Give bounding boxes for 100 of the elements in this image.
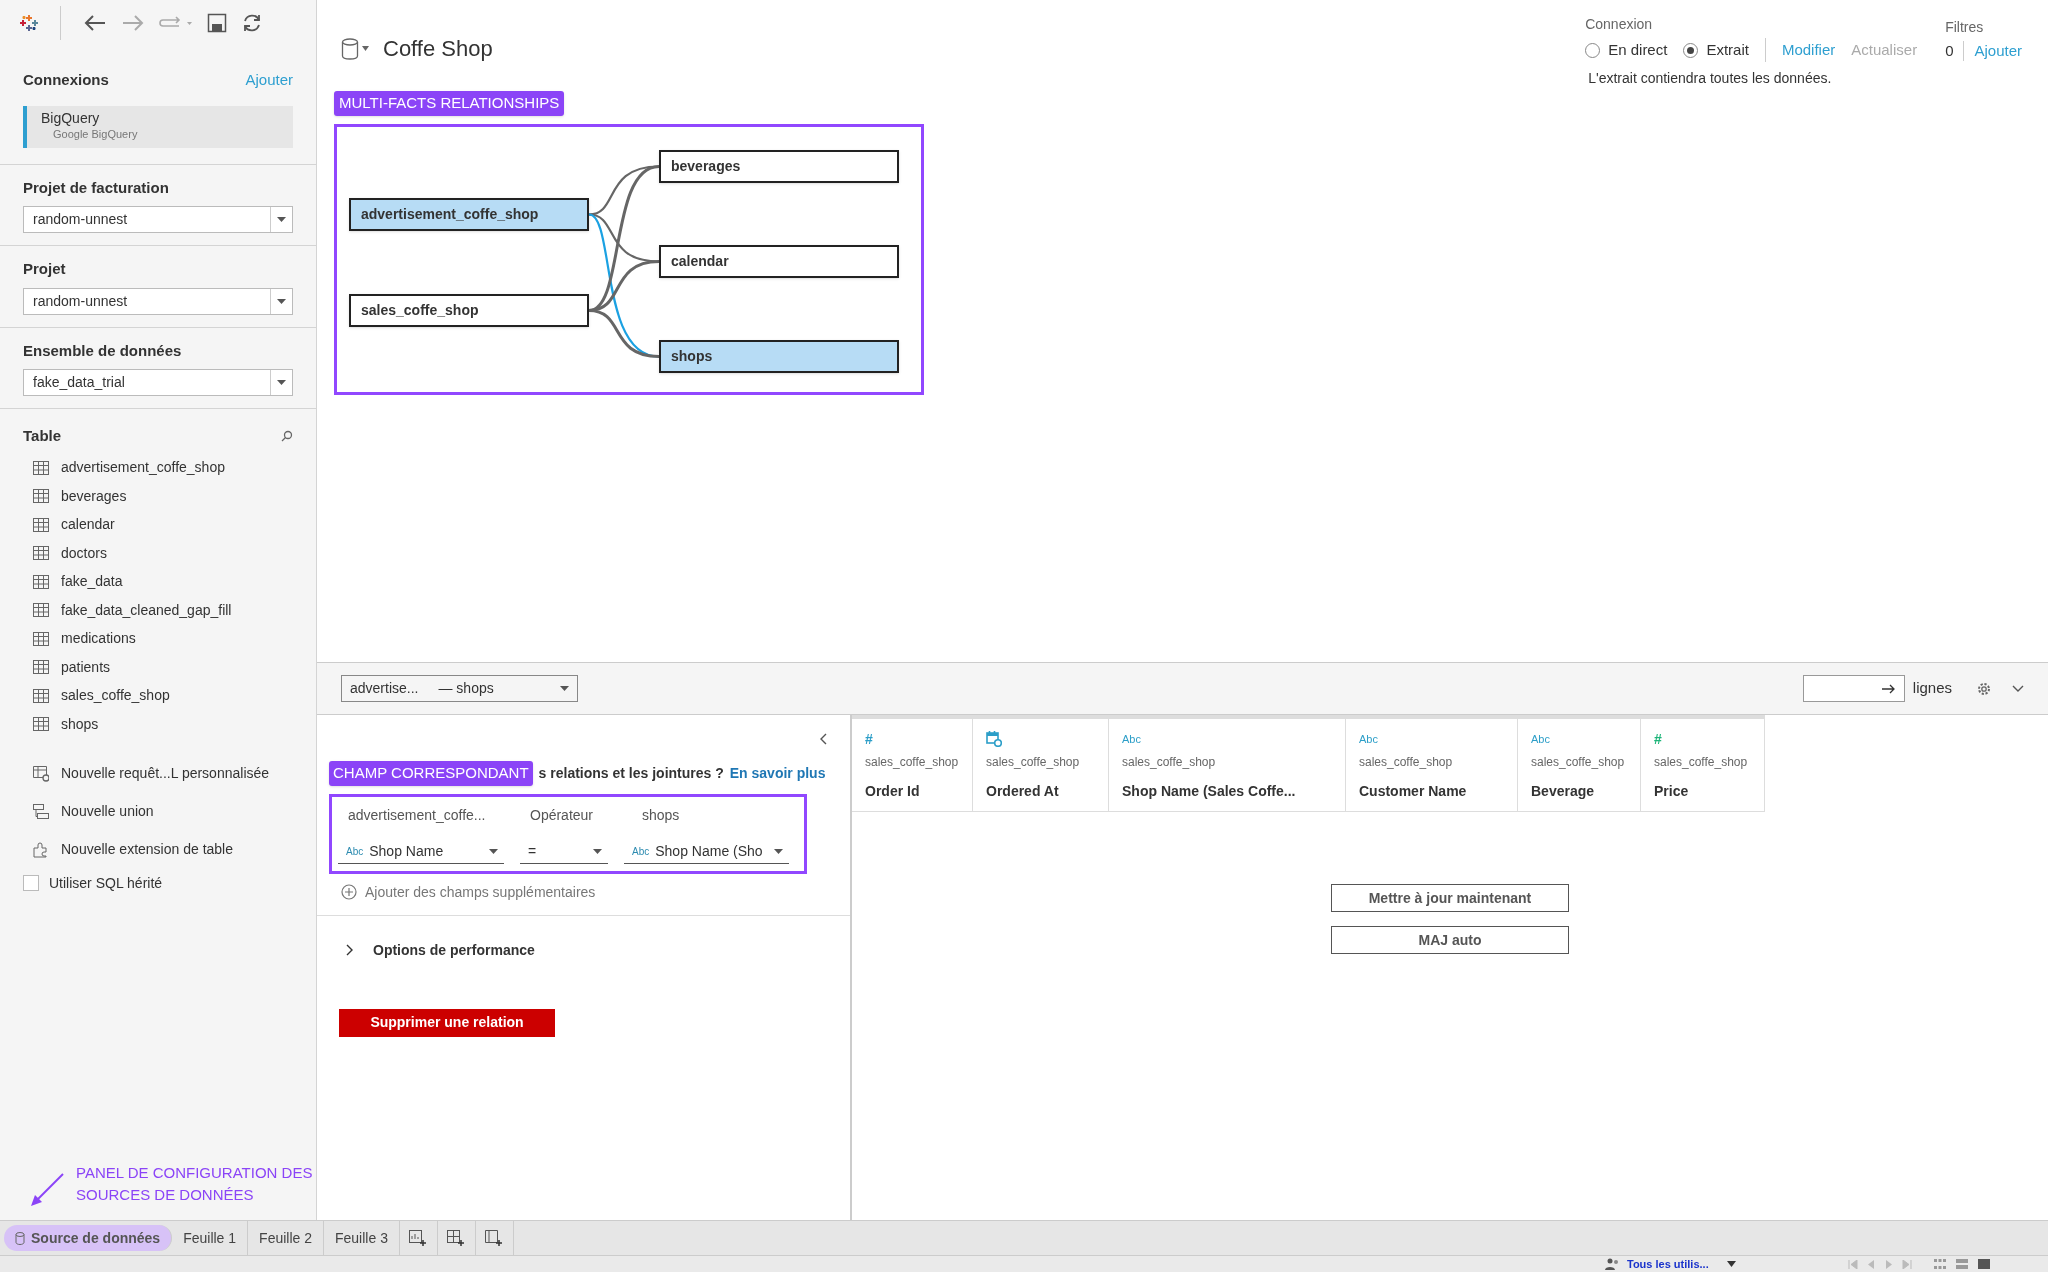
caret-icon[interactable] xyxy=(560,686,569,691)
section-title: Ensemble de données xyxy=(23,340,183,361)
table-icon xyxy=(33,574,49,589)
search-icon[interactable] xyxy=(281,430,293,443)
radio-option[interactable]: Extrait xyxy=(1683,38,1749,62)
dropdown[interactable]: random-unnest xyxy=(23,206,293,233)
section-label: Connexion xyxy=(1585,15,1654,34)
row-count-field[interactable] xyxy=(1802,675,1905,702)
table-item[interactable]: advertisement_coffe_shop xyxy=(23,453,293,482)
sheet-tab[interactable]: Source de données xyxy=(4,1225,173,1251)
filter-count: 0 xyxy=(1945,41,1954,61)
text-type-icon: Abc xyxy=(1122,731,1141,747)
extract-note: L'extrait contiendra toutes les données. xyxy=(1588,69,1833,88)
users-icon[interactable] xyxy=(1605,1258,1621,1270)
column-header[interactable]: Ordered At xyxy=(986,781,1108,802)
table-item[interactable]: beverages xyxy=(23,482,293,511)
field-header: advertisement_coffe... xyxy=(348,805,487,825)
arrow-icon xyxy=(30,1172,64,1206)
column-source: sales_coffe_shop xyxy=(1654,754,1749,771)
caret-icon[interactable] xyxy=(277,380,286,385)
connection-type: Google BigQuery xyxy=(52,127,139,143)
table-item[interactable]: medications xyxy=(23,624,293,653)
text-type-icon: Abc xyxy=(1359,731,1378,747)
annotation-label: MULTI-FACTS RELATIONSHIPS xyxy=(334,91,565,116)
connection-name: BigQuery xyxy=(41,110,101,127)
table-icon xyxy=(33,688,49,703)
action-item[interactable]: Nouvelle requêt...L personnalisée xyxy=(23,754,293,793)
table-node[interactable]: beverages xyxy=(659,149,899,183)
learn-more-link[interactable]: En savoir plus xyxy=(729,762,826,784)
table-item[interactable]: shops xyxy=(23,710,293,739)
help-question: s relations et les jointures ? xyxy=(538,763,724,783)
column-header[interactable]: Customer Name xyxy=(1359,781,1517,802)
table-icon xyxy=(33,660,49,675)
column-header[interactable]: Shop Name (Sales Coffe... xyxy=(1122,781,1345,802)
app-logo-icon[interactable] xyxy=(20,13,38,32)
number-type-icon: # xyxy=(1654,731,1662,747)
datasource-icon[interactable] xyxy=(341,37,369,60)
add-fields-link[interactable]: Ajouter des champs supplémentaires xyxy=(365,881,596,903)
add-circle-icon[interactable] xyxy=(341,884,357,900)
column-header[interactable]: Beverage xyxy=(1531,781,1640,802)
table-item[interactable]: doctors xyxy=(23,539,293,568)
new-story-icon[interactable] xyxy=(485,1229,504,1247)
field-dropdown[interactable]: Abc Shop Name (Sho xyxy=(624,839,789,864)
action-item[interactable]: Nouvelle union xyxy=(23,792,293,831)
table-gear-icon xyxy=(33,765,49,782)
table-node[interactable]: sales_coffe_shop xyxy=(349,293,589,327)
table-item[interactable]: sales_coffe_shop xyxy=(23,681,293,710)
operator-dropdown[interactable]: = xyxy=(520,839,608,864)
save-icon[interactable] xyxy=(207,12,227,33)
caret-icon[interactable] xyxy=(593,848,602,854)
field-dropdown[interactable]: Abc Shop Name xyxy=(338,839,504,864)
section-title: Connexions xyxy=(23,70,109,90)
table-icon xyxy=(33,631,49,646)
table-icon xyxy=(33,603,49,618)
new-sheet-icon[interactable] xyxy=(409,1229,428,1247)
table-icon xyxy=(33,717,49,732)
table-item[interactable]: fake_data_cleaned_gap_fill xyxy=(23,596,293,625)
relationship-dropdown[interactable]: advertise... — shops xyxy=(341,675,578,702)
table-node[interactable]: calendar xyxy=(659,244,899,278)
expander[interactable]: Options de performance xyxy=(317,939,850,961)
table-node[interactable]: shops xyxy=(659,339,899,373)
caret-icon[interactable] xyxy=(277,217,286,222)
update-button[interactable]: MAJ auto xyxy=(1331,926,1569,954)
radio-option[interactable]: En direct xyxy=(1585,38,1668,62)
settings-icon[interactable] xyxy=(1976,680,1992,697)
dropdown[interactable]: fake_data_trial xyxy=(23,369,293,396)
chevron-left-icon[interactable] xyxy=(819,733,828,745)
dropdown[interactable]: random-unnest xyxy=(23,287,293,315)
union-icon xyxy=(33,803,49,820)
caret-icon[interactable] xyxy=(774,848,783,854)
puzzle-icon xyxy=(33,841,49,858)
table-item[interactable]: fake_data xyxy=(23,567,293,596)
datasource-title[interactable]: Coffe Shop xyxy=(383,32,493,65)
table-icon xyxy=(33,460,49,475)
column-header[interactable]: Price xyxy=(1654,781,1764,802)
users-filter[interactable]: Tous les utilis... xyxy=(1627,1255,1709,1272)
caret-icon[interactable] xyxy=(277,298,286,304)
column-source: sales_coffe_shop xyxy=(865,754,960,771)
arrow-right-icon[interactable] xyxy=(1881,683,1896,694)
back-arrow-icon[interactable] xyxy=(83,12,107,33)
update-button[interactable]: Mettre à jour maintenant xyxy=(1331,884,1569,912)
action-item[interactable]: Nouvelle extension de table xyxy=(23,830,293,869)
caret-icon[interactable] xyxy=(1726,1261,1736,1267)
section-title: Projet xyxy=(23,259,67,279)
table-item[interactable]: calendar xyxy=(23,510,293,539)
column-source: sales_coffe_shop xyxy=(1122,754,1217,771)
table-item[interactable]: patients xyxy=(23,653,293,682)
annotation-label: CHAMP CORRESPONDANT xyxy=(329,761,533,786)
single-view-icon[interactable] xyxy=(1977,1259,1990,1269)
table-icon xyxy=(33,489,49,504)
column-source: sales_coffe_shop xyxy=(1531,754,1626,771)
chevron-down-icon[interactable] xyxy=(2012,684,2024,693)
checkbox-label: Utiliser SQL hérité xyxy=(49,873,163,893)
column-header[interactable]: Order Id xyxy=(865,781,972,802)
checkbox[interactable] xyxy=(23,875,39,891)
table-node[interactable]: advertisement_coffe_shop xyxy=(349,197,589,231)
new-dashboard-icon[interactable] xyxy=(447,1229,466,1247)
connection-item[interactable]: BigQuery Google BigQuery xyxy=(23,105,293,148)
delete-relationship-button[interactable]: Supprimer une relation xyxy=(339,1008,555,1037)
caret-icon[interactable] xyxy=(489,848,498,854)
